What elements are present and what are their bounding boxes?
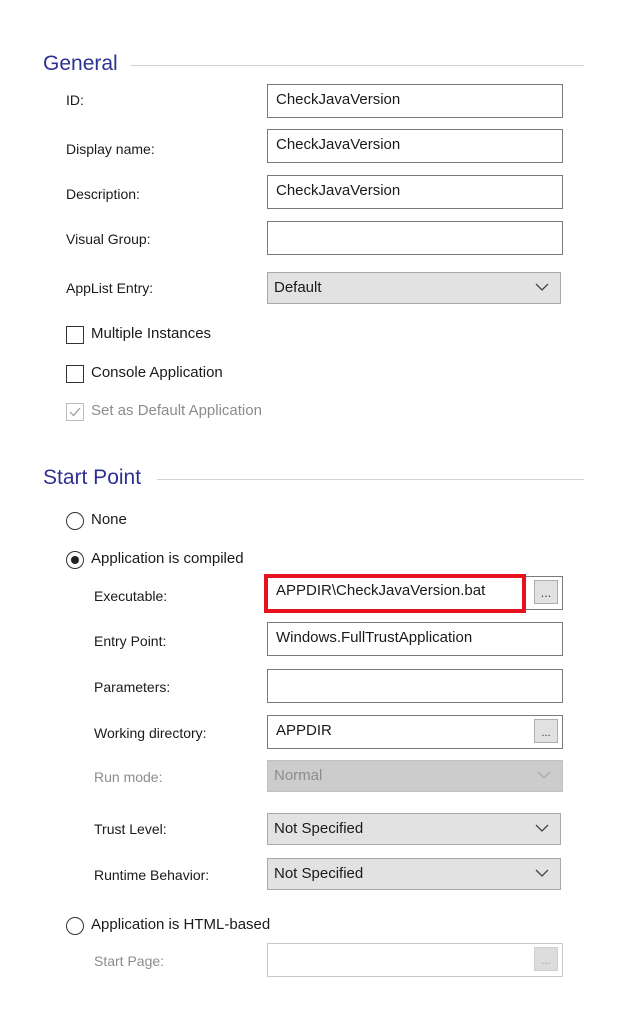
multiple-instances-label: Multiple Instances <box>91 325 212 342</box>
console-application-checkbox[interactable]: Console Application <box>66 364 316 384</box>
working-directory-label: Working directory: <box>94 725 207 741</box>
radio-html-based-label: Application is HTML-based <box>91 916 271 933</box>
chevron-down-icon <box>535 869 549 877</box>
description-input[interactable]: CheckJavaVersion <box>267 175 563 209</box>
visual-group-label: Visual Group: <box>66 231 151 247</box>
radio-html-based[interactable]: Application is HTML-based <box>66 916 306 936</box>
checkmark-icon <box>69 407 81 417</box>
chevron-down-icon <box>535 283 549 291</box>
radio-compiled[interactable]: Application is compiled <box>66 550 286 570</box>
applist-entry-select[interactable]: Default <box>267 272 561 304</box>
default-application-checkbox: Set as Default Application <box>66 402 316 422</box>
display-name-input[interactable]: CheckJavaVersion <box>267 129 563 163</box>
radio-selected-dot <box>70 555 79 564</box>
radio-button[interactable] <box>66 917 84 935</box>
working-directory-value: APPDIR <box>276 722 332 739</box>
section-title-start-point: Start Point <box>43 466 142 489</box>
section-divider <box>130 65 584 66</box>
visual-group-input[interactable] <box>267 221 563 255</box>
section-divider <box>157 479 584 480</box>
trust-level-value: Not Specified <box>274 820 364 837</box>
start-page-input: ... <box>267 943 563 977</box>
runtime-behavior-label: Runtime Behavior: <box>94 867 210 883</box>
runtime-behavior-value: Not Specified <box>274 865 364 882</box>
trust-level-label: Trust Level: <box>94 821 167 837</box>
id-label: ID: <box>66 92 84 108</box>
checkbox-box[interactable] <box>66 326 84 344</box>
default-application-label: Set as Default Application <box>91 402 262 419</box>
start-page-label: Start Page: <box>94 953 165 969</box>
executable-browse-button[interactable]: ... <box>534 580 558 604</box>
id-input[interactable]: CheckJavaVersion <box>267 84 563 118</box>
radio-button[interactable] <box>66 512 84 530</box>
chevron-down-icon <box>537 771 551 779</box>
trust-level-select[interactable]: Not Specified <box>267 813 561 845</box>
section-title-general: General <box>43 52 118 75</box>
checkbox-box <box>66 403 84 421</box>
description-label: Description: <box>66 186 140 202</box>
parameters-input[interactable] <box>267 669 563 703</box>
radio-none-label: None <box>91 511 127 528</box>
applist-entry-label: AppList Entry: <box>66 280 154 296</box>
working-directory-browse-button[interactable]: ... <box>534 719 558 743</box>
console-application-label: Console Application <box>91 364 223 381</box>
display-name-label: Display name: <box>66 141 155 157</box>
checkbox-box[interactable] <box>66 365 84 383</box>
chevron-down-icon <box>535 824 549 832</box>
radio-compiled-label: Application is compiled <box>91 550 244 567</box>
run-mode-value: Normal <box>274 767 323 784</box>
radio-button[interactable] <box>66 551 84 569</box>
start-page-browse-button: ... <box>534 947 558 971</box>
run-mode-select: Normal <box>267 760 563 792</box>
parameters-label: Parameters: <box>94 679 171 695</box>
multiple-instances-checkbox[interactable]: Multiple Instances <box>66 325 316 345</box>
applist-entry-value: Default <box>274 279 322 296</box>
executable-input[interactable]: APPDIR\CheckJavaVersion.bat <box>264 574 526 613</box>
entry-point-label: Entry Point: <box>94 633 167 649</box>
radio-none[interactable]: None <box>66 511 266 531</box>
runtime-behavior-select[interactable]: Not Specified <box>267 858 561 890</box>
executable-label: Executable: <box>94 588 168 604</box>
run-mode-label: Run mode: <box>94 769 163 785</box>
working-directory-input[interactable]: APPDIR ... <box>267 715 563 749</box>
entry-point-input[interactable]: Windows.FullTrustApplication <box>267 622 563 656</box>
